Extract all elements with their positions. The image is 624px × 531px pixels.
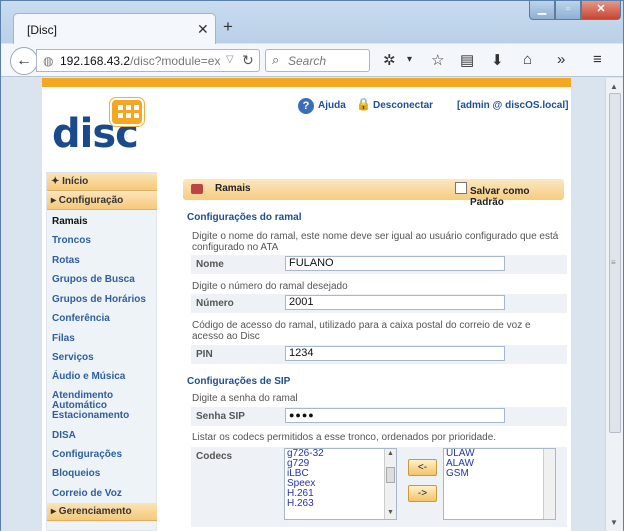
user-info: [admin @ discOS.local] [457, 100, 569, 111]
lock-icon[interactable]: 🔒 [356, 97, 371, 111]
scroll-up-icon[interactable]: ▲ [610, 82, 618, 91]
selected-list-scrollbar[interactable] [543, 449, 555, 519]
sidebar-item-conferencia[interactable]: Conferência [47, 313, 157, 324]
sidebar-item-bloqueios[interactable]: Bloqueios [47, 468, 157, 479]
codecs-label: Codecs [196, 451, 233, 462]
tab-title: [Disc] [27, 23, 57, 37]
section-extension-title: Configurações do ramal [187, 212, 302, 223]
overflow-icon[interactable]: » [557, 51, 565, 68]
menu-icon[interactable]: ≡ [593, 51, 602, 68]
sip-row: Senha SIP ●●●● [191, 407, 567, 426]
name-help-text: Digite o nome do ramal, este nome deve s… [192, 231, 559, 253]
disc-logo[interactable]: disc [52, 97, 147, 157]
codec-list-scrollbar[interactable]: ▲ ▼ [384, 449, 396, 519]
name-label: Nome [196, 259, 224, 270]
addon-dropdown-icon[interactable]: ▾ [407, 54, 412, 65]
reload-icon[interactable]: ↻ [242, 52, 254, 69]
close-tab-icon[interactable]: ✕ [197, 21, 209, 38]
codec-option[interactable]: H.263 [285, 499, 396, 509]
search-placeholder: Search [288, 54, 327, 68]
sidebar-item-disa[interactable]: DISA [47, 430, 157, 441]
pin-help-text: Código de acesso do ramal, utilizado par… [192, 320, 531, 342]
globe-icon: ◍ [43, 54, 54, 68]
addon-icon[interactable]: ✲ [383, 51, 396, 69]
pin-label: PIN [196, 349, 213, 360]
move-left-button[interactable]: <- [408, 459, 437, 476]
sidebar-item-configuracao[interactable]: ▸ Configuração [47, 192, 157, 210]
scroll-thumb[interactable]: ≡ [609, 93, 621, 433]
page-title-bar: Ramais Salvar como Padrão [183, 179, 564, 208]
sidebar-item-filas[interactable]: Filas [47, 333, 157, 344]
help-link[interactable]: Ajuda [318, 100, 346, 111]
sidebar-item-configuracoes[interactable]: Configurações [47, 449, 157, 460]
selected-codecs-list[interactable]: ULAW ALAW GSM [443, 448, 556, 520]
sidebar-item-ramais[interactable]: Ramais [47, 216, 157, 227]
scroll-down-icon[interactable]: ▼ [387, 509, 394, 516]
minimize-button[interactable]: ▁ [529, 1, 555, 20]
help-icon[interactable]: ? [298, 98, 314, 114]
codec-help-text: Listar os codecs permitidos a esse tronc… [192, 432, 497, 443]
bookmark-star-icon[interactable]: ☆ [431, 51, 444, 69]
section-sip-title: Configurações de SIP [187, 376, 291, 387]
page-header: disc ? Ajuda 🔒 Desconectar [admin @ disc… [42, 78, 571, 159]
sidebar-item-audio-musica[interactable]: Áudio e Música [47, 371, 157, 382]
number-row: Número 2001 [191, 294, 567, 313]
navigation-bar: ← ◍ 192.168.43.2/disc?module=extens ▽ ↻ … [1, 44, 623, 77]
browser-window: [Disc] ✕ + ▁ ▫ ✕ ← ◍ 192.168.43.2/disc?m… [0, 0, 624, 531]
phone-icon [191, 184, 203, 194]
pin-row: PIN 1234 [191, 345, 567, 364]
number-label: Número [196, 298, 234, 309]
move-right-button[interactable]: -> [408, 485, 437, 502]
sidebar-item-atendimento[interactable]: Atendimento Automático [47, 391, 137, 411]
page-title: Ramais [215, 183, 251, 194]
search-icon: ⌕ [272, 52, 280, 67]
sip-password-input[interactable]: ●●●● [285, 408, 505, 423]
page-viewport: disc ? Ajuda 🔒 Desconectar [admin @ disc… [1, 78, 605, 531]
logout-link[interactable]: Desconectar [373, 100, 433, 111]
name-row: Nome FULANO [191, 255, 567, 274]
download-icon[interactable]: ⬇ [491, 51, 504, 69]
name-input[interactable]: FULANO [285, 256, 505, 271]
codec-option[interactable]: GSM [444, 469, 555, 479]
number-input[interactable]: 2001 [285, 295, 505, 310]
save-default-label: Salvar como Padrão [470, 186, 530, 208]
url-text: 192.168.43.2/disc?module=extens [60, 54, 220, 68]
sidebar-item-troncos[interactable]: Troncos [47, 235, 157, 246]
number-help-text: Digite o número do ramal desejado [192, 281, 348, 292]
logo-keypad-icon [110, 98, 144, 126]
sidebar-item-correio-voz[interactable]: Correio de Voz [47, 488, 157, 499]
url-dropdown-icon[interactable]: ▽ [226, 54, 234, 65]
sidebar-item-inicio[interactable]: ✦ Início [47, 173, 157, 191]
sip-password-label: Senha SIP [196, 411, 245, 422]
close-window-button[interactable]: ✕ [581, 1, 621, 20]
scroll-down-icon[interactable]: ▼ [610, 518, 618, 527]
scroll-thumb[interactable] [386, 467, 395, 483]
sidebar: ✦ Início ▸ Configuração Ramais Troncos R… [46, 172, 157, 531]
sidebar-item-gerenciamento[interactable]: ▸ Gerenciamento [47, 503, 157, 521]
sip-help-text: Digite a senha do ramal [192, 393, 298, 404]
back-button[interactable]: ← [10, 47, 38, 75]
page-scrollbar[interactable]: ▲ ≡ ▼ [605, 78, 623, 531]
search-input[interactable]: ⌕ Search [265, 49, 370, 72]
available-codecs-list[interactable]: g726-32 g729 iLBC Speex H.261 H.263 ▲ ▼ [284, 448, 397, 520]
home-icon[interactable]: ⌂ [523, 51, 532, 68]
tab-strip: [Disc] ✕ + ▁ ▫ ✕ [1, 1, 623, 45]
scroll-up-icon[interactable]: ▲ [387, 450, 394, 457]
page-container: disc ? Ajuda 🔒 Desconectar [admin @ disc… [42, 78, 571, 531]
sidebar-item-estacionamento[interactable]: Estacionamento [47, 410, 157, 421]
sidebar-item-grupos-busca[interactable]: Grupos de Busca [47, 274, 157, 285]
new-tab-icon[interactable]: + [223, 17, 233, 37]
sidebar-item-servicos[interactable]: Serviços [47, 352, 157, 363]
sidebar-item-grupos-horarios[interactable]: Grupos de Horários [47, 294, 157, 305]
maximize-button[interactable]: ▫ [555, 1, 581, 20]
address-bar[interactable]: ◍ 192.168.43.2/disc?module=extens ▽ ↻ [36, 49, 260, 72]
codec-row: Codecs g726-32 g729 iLBC Speex H.261 H.2… [191, 447, 567, 527]
reading-list-icon[interactable]: ▤ [460, 51, 474, 69]
save-default-checkbox[interactable] [455, 182, 467, 194]
grip-icon: ≡ [611, 258, 616, 267]
browser-tab[interactable]: [Disc] ✕ [13, 13, 216, 45]
sidebar-item-rotas[interactable]: Rotas [47, 255, 157, 266]
pin-input[interactable]: 1234 [285, 346, 505, 361]
